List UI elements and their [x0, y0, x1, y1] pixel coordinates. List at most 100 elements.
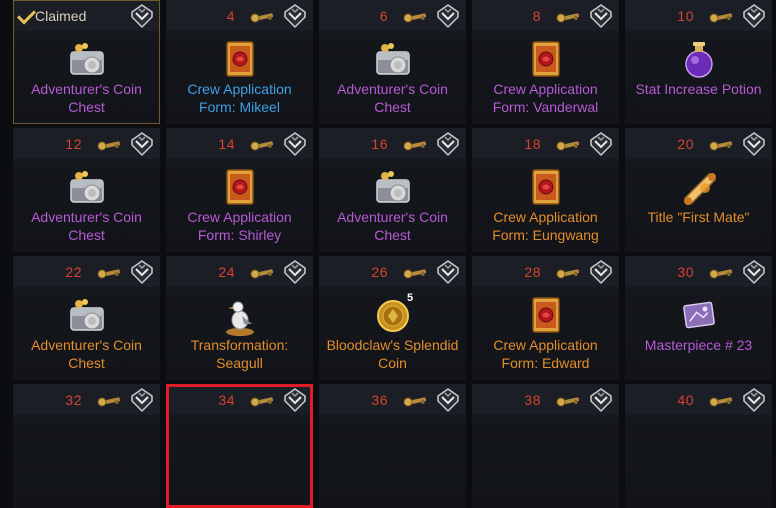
- reward-cell[interactable]: 36: [319, 384, 466, 508]
- reward-cell[interactable]: 6 Adventurer's Coin Chest: [319, 0, 466, 124]
- application-form-icon: [524, 294, 568, 338]
- reward-required-count: 26: [371, 264, 388, 280]
- reward-name: Crew Application Form: Mikeel: [187, 81, 292, 115]
- coin-chest-icon: [65, 294, 109, 338]
- rank-badge-icon: [741, 259, 767, 285]
- key-icon: [709, 394, 733, 407]
- rank-badge-icon: [282, 3, 308, 29]
- rank-badge-icon: [435, 131, 461, 157]
- coin-chest-icon: [65, 38, 109, 82]
- reward-cell-header: 16: [319, 128, 466, 159]
- reward-required-count: 20: [677, 136, 694, 152]
- key-icon: [403, 10, 427, 23]
- reward-cell-header: 18: [472, 128, 619, 159]
- key-icon: [556, 394, 580, 407]
- checkmark-icon: [16, 5, 37, 25]
- rank-badge-icon: [129, 387, 155, 413]
- rank-badge-icon: [588, 387, 614, 413]
- coin-chest-icon: [65, 166, 109, 210]
- reward-cell[interactable]: 34: [166, 384, 313, 508]
- coin-chest-icon: [371, 166, 415, 210]
- reward-name: Adventurer's Coin Chest: [31, 337, 142, 371]
- reward-required-count: 4: [226, 8, 235, 24]
- item-count: 5: [407, 292, 414, 304]
- reward-cell-header: 8: [472, 0, 619, 31]
- reward-cell-header: 24: [166, 256, 313, 287]
- reward-cell[interactable]: 22 Adventurer's Coin Chest: [13, 256, 160, 380]
- reward-required-count: 38: [524, 392, 541, 408]
- reward-cell-header: 10: [625, 0, 772, 31]
- reward-cell[interactable]: 38: [472, 384, 619, 508]
- seagull-icon: [218, 294, 262, 338]
- reward-name: Bloodclaw's Splendid Coin: [326, 337, 459, 371]
- title-scroll-icon: [677, 166, 721, 210]
- key-icon: [709, 266, 733, 279]
- key-icon: [556, 138, 580, 151]
- reward-cell-header: 28: [472, 256, 619, 287]
- reward-name: Title "First Mate": [647, 209, 750, 225]
- reward-name: Crew Application Form: Eungwang: [492, 209, 599, 243]
- reward-cell[interactable]: 20 Title "First Mate": [625, 128, 772, 252]
- application-form-icon: [218, 38, 262, 82]
- masterpiece-icon: [677, 294, 721, 338]
- reward-cell[interactable]: 4 Crew Application Form: Mikeel: [166, 0, 313, 124]
- key-icon: [403, 394, 427, 407]
- reward-required-count: 24: [218, 264, 235, 280]
- rank-badge-icon: [588, 3, 614, 29]
- reward-cell-header: 6: [319, 0, 466, 31]
- rank-badge-icon: [588, 259, 614, 285]
- reward-cell-header: 4: [166, 0, 313, 31]
- reward-cell-header: 26: [319, 256, 466, 287]
- reward-name: Crew Application Form: Vanderwal: [492, 81, 599, 115]
- reward-cell[interactable]: Claimed Adventurer's Coin Chest: [13, 0, 160, 124]
- key-icon: [556, 10, 580, 23]
- reward-name: Transformation: Seagull: [190, 337, 289, 371]
- reward-required-count: 18: [524, 136, 541, 152]
- reward-cell[interactable]: 8 Crew Application Form: Vanderwal: [472, 0, 619, 124]
- reward-required-count: 32: [65, 392, 82, 408]
- application-form-icon: [524, 166, 568, 210]
- key-icon: [709, 10, 733, 23]
- key-icon: [250, 266, 274, 279]
- reward-cell[interactable]: 12 Adventurer's Coin Chest: [13, 128, 160, 252]
- reward-cell[interactable]: 14 Crew Application Form: Shirley: [166, 128, 313, 252]
- reward-cell-header: 12: [13, 128, 160, 159]
- reward-cell[interactable]: 16 Adventurer's Coin Chest: [319, 128, 466, 252]
- reward-cell[interactable]: 30 Masterpiece # 23: [625, 256, 772, 380]
- reward-cell[interactable]: 28 Crew Application Form: Edward: [472, 256, 619, 380]
- reward-name: Adventurer's Coin Chest: [337, 81, 448, 115]
- key-icon: [250, 138, 274, 151]
- rank-badge-icon: [741, 3, 767, 29]
- reward-required-count: 30: [677, 264, 694, 280]
- reward-required-count: 12: [65, 136, 82, 152]
- reward-required-count: 14: [218, 136, 235, 152]
- reward-required-count: 22: [65, 264, 82, 280]
- reward-required-count: 40: [677, 392, 694, 408]
- reward-cell[interactable]: 40: [625, 384, 772, 508]
- reward-required-count: 6: [379, 8, 388, 24]
- key-icon: [97, 266, 121, 279]
- reward-cell-header: 14: [166, 128, 313, 159]
- rank-badge-icon: [435, 259, 461, 285]
- rank-badge-icon: [435, 387, 461, 413]
- reward-name: Crew Application Form: Shirley: [187, 209, 292, 243]
- reward-cell-header: 20: [625, 128, 772, 159]
- rank-badge-icon: [741, 387, 767, 413]
- potion-icon: [677, 38, 721, 82]
- reward-required-count: 16: [371, 136, 388, 152]
- reward-cell[interactable]: 10 Stat Increase Potion: [625, 0, 772, 124]
- key-icon: [403, 266, 427, 279]
- reward-cell[interactable]: 18 Crew Application Form: Eungwang: [472, 128, 619, 252]
- key-icon: [250, 394, 274, 407]
- key-icon: [250, 10, 274, 23]
- reward-cell[interactable]: 26 5 Bloodclaw's Splendid Coin: [319, 256, 466, 380]
- claimed-label: Claimed: [35, 8, 87, 24]
- reward-cell[interactable]: 32: [13, 384, 160, 508]
- key-icon: [97, 138, 121, 151]
- reward-name: Adventurer's Coin Chest: [31, 209, 142, 243]
- reward-name: Adventurer's Coin Chest: [337, 209, 448, 243]
- reward-cell[interactable]: 24 Transformation: Seagull: [166, 256, 313, 380]
- rank-badge-icon: [129, 131, 155, 157]
- reward-required-count: 8: [532, 8, 541, 24]
- key-icon: [556, 266, 580, 279]
